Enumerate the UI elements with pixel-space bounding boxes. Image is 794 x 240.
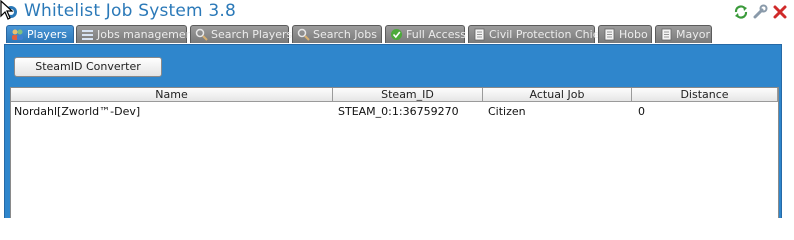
search-icon bbox=[297, 28, 310, 41]
tab-label: Jobs management bbox=[97, 28, 197, 41]
tab-label: Mayor bbox=[676, 28, 710, 41]
document-icon bbox=[474, 28, 485, 41]
steamid-converter-button[interactable]: SteamID Converter bbox=[14, 57, 162, 77]
cell-distance: 0 bbox=[638, 105, 645, 118]
cell-actual-job: Citizen bbox=[488, 105, 526, 118]
players-icon bbox=[12, 29, 23, 40]
title-bar: Whitelist Job System 3.8 bbox=[0, 0, 794, 24]
refresh-icon[interactable] bbox=[733, 4, 749, 20]
cell-steam-id: STEAM_0:1:36759270 bbox=[338, 105, 459, 118]
tab-players[interactable]: Players bbox=[6, 25, 74, 43]
close-icon[interactable] bbox=[772, 4, 788, 20]
tab-mayor[interactable]: Mayor bbox=[655, 25, 712, 43]
tab-label: Search Players bbox=[211, 28, 293, 41]
tab-label: Full Access bbox=[406, 28, 466, 41]
tab-label: Civil Protection Chief bbox=[489, 28, 604, 41]
players-list[interactable]: Name Steam_ID Actual Job Distance Nordah… bbox=[10, 87, 779, 218]
column-header-distance[interactable]: Distance bbox=[632, 88, 778, 102]
tab-strip: Players Jobs management Search Players S… bbox=[4, 24, 794, 44]
document-icon bbox=[661, 28, 672, 41]
list-icon bbox=[82, 30, 93, 40]
search-icon bbox=[195, 28, 208, 41]
tab-search-jobs[interactable]: Search Jobs bbox=[292, 25, 382, 43]
column-header-actual-job[interactable]: Actual Job bbox=[483, 88, 632, 102]
tab-hobo[interactable]: Hobo bbox=[598, 25, 652, 43]
check-icon bbox=[391, 29, 402, 40]
tab-label: Hobo bbox=[619, 28, 648, 41]
tab-search-players[interactable]: Search Players bbox=[190, 25, 293, 43]
column-header-steam-id[interactable]: Steam_ID bbox=[333, 88, 483, 102]
window-title: Whitelist Job System 3.8 bbox=[24, 1, 237, 21]
wrench-icon[interactable] bbox=[752, 4, 768, 20]
tab-label: Search Jobs bbox=[313, 28, 377, 41]
tab-jobs-management[interactable]: Jobs management bbox=[76, 25, 197, 43]
mouse-cursor-icon bbox=[0, 0, 14, 20]
tab-civil-protection-chief[interactable]: Civil Protection Chief bbox=[468, 25, 603, 43]
tab-full-access[interactable]: Full Access bbox=[385, 25, 466, 43]
tab-label: Players bbox=[27, 28, 67, 41]
cell-name: Nordahl[Zworld™-Dev] bbox=[14, 105, 141, 118]
column-header-name[interactable]: Name bbox=[11, 88, 333, 102]
document-icon bbox=[604, 28, 615, 41]
